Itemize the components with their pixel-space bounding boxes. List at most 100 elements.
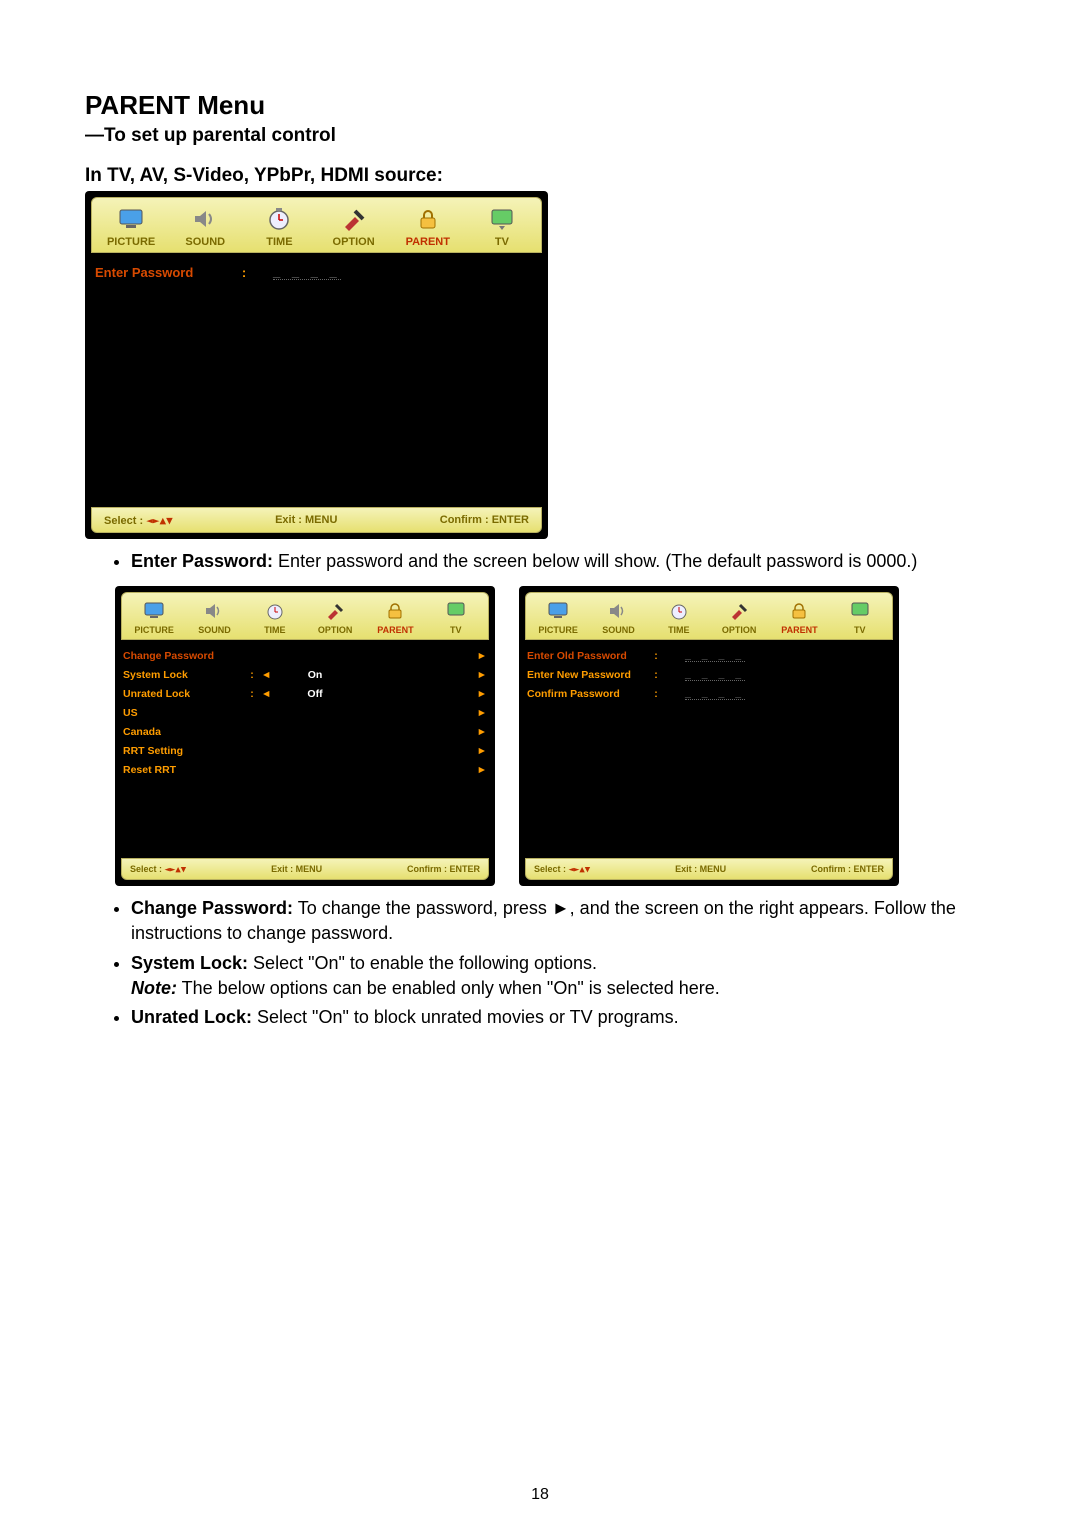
osd-parent-options: PICTURE SOUND TIME OPTION PARENT TV Chan… xyxy=(115,586,495,886)
bullet-label: Change Password: xyxy=(131,898,293,918)
row-label: Enter Password xyxy=(95,265,235,280)
row-label: Change Password xyxy=(123,650,243,662)
monitor-icon xyxy=(94,202,168,236)
bullet-text: Enter password and the screen below will… xyxy=(273,551,917,571)
row-rrt-setting[interactable]: RRT Setting ► xyxy=(123,741,487,760)
tv-icon xyxy=(426,597,486,625)
arrows-icon: ◄►▲▼ xyxy=(569,865,591,875)
hint-confirm: Confirm : ENTER xyxy=(440,514,529,526)
password-mask: _ _ _ _ xyxy=(685,649,745,662)
osd-hint-bar: Select : ◄►▲▼ Exit : MENU Confirm : ENTE… xyxy=(91,507,542,533)
tab-tv[interactable]: TV xyxy=(830,597,890,639)
row-enter-old-password[interactable]: Enter Old Password : _ _ _ _ xyxy=(527,646,891,665)
osd-hint-bar: Select : ◄►▲▼ Exit : MENU Confirm : ENTE… xyxy=(525,858,893,880)
chevron-left-icon: ◄ xyxy=(261,669,275,681)
tab-sound[interactable]: SOUND xyxy=(588,597,648,639)
osd-hint-bar: Select : ◄►▲▼ Exit : MENU Confirm : ENTE… xyxy=(121,858,489,880)
bullet-text: Select "On" to block unrated movies or T… xyxy=(252,1007,679,1027)
tab-tv[interactable]: TV xyxy=(426,597,486,639)
row-unrated-lock[interactable]: Unrated Lock : ◄ Off ► xyxy=(123,684,487,703)
page-subtitle: —To set up parental control xyxy=(85,125,995,147)
row-enter-password[interactable]: Enter Password : _ _ _ _ xyxy=(95,261,538,283)
row-confirm-password[interactable]: Confirm Password : _ _ _ _ xyxy=(527,684,891,703)
tab-picture-label: PICTURE xyxy=(107,236,155,248)
password-mask: _ _ _ _ xyxy=(685,687,745,700)
row-label: Enter New Password xyxy=(527,669,647,681)
monitor-icon xyxy=(528,597,588,625)
note-text: The below options can be enabled only wh… xyxy=(177,978,720,998)
tab-tv-label: TV xyxy=(450,625,462,635)
row-enter-new-password[interactable]: Enter New Password : _ _ _ _ xyxy=(527,665,891,684)
tab-time[interactable]: TIME xyxy=(649,597,709,639)
tools-icon xyxy=(305,597,365,625)
tab-parent-label: PARENT xyxy=(781,625,817,635)
osd-tab-bar: PICTURE SOUND TIME OPTION PARENT xyxy=(91,197,542,253)
chevron-right-icon: ► xyxy=(477,650,487,662)
bullet-text: Select "On" to enable the following opti… xyxy=(248,953,597,973)
tab-picture[interactable]: PICTURE xyxy=(528,597,588,639)
speaker-icon xyxy=(588,597,648,625)
bullet-enter-password: Enter Password: Enter password and the s… xyxy=(131,549,995,574)
tab-option-label: OPTION xyxy=(722,625,757,635)
hint-select: Select : ◄►▲▼ xyxy=(130,864,186,875)
row-system-lock[interactable]: System Lock : ◄ On ► xyxy=(123,665,487,684)
tools-icon xyxy=(317,202,391,236)
row-label: RRT Setting xyxy=(123,745,243,757)
tab-sound[interactable]: SOUND xyxy=(168,202,242,252)
tab-time[interactable]: TIME xyxy=(242,202,316,252)
row-label: Enter Old Password xyxy=(527,650,647,662)
tab-option[interactable]: OPTION xyxy=(305,597,365,639)
tab-parent-label: PARENT xyxy=(377,625,413,635)
note-label: Note: xyxy=(131,978,177,998)
lock-icon xyxy=(391,202,465,236)
chevron-right-icon: ► xyxy=(477,745,487,757)
tab-option[interactable]: OPTION xyxy=(317,202,391,252)
chevron-right-icon: ► xyxy=(477,764,487,776)
speaker-icon xyxy=(168,202,242,236)
hint-confirm: Confirm : ENTER xyxy=(811,864,884,874)
row-label: System Lock xyxy=(123,669,243,681)
lock-icon xyxy=(769,597,829,625)
tab-tv[interactable]: TV xyxy=(465,202,539,252)
row-label: US xyxy=(123,707,243,719)
tab-picture[interactable]: PICTURE xyxy=(94,202,168,252)
tab-option[interactable]: OPTION xyxy=(709,597,769,639)
bullet-label: System Lock: xyxy=(131,953,248,973)
tab-tv-label: TV xyxy=(854,625,866,635)
tab-parent-label: PARENT xyxy=(406,236,450,248)
doc-bullet-list-2: Change Password: To change the password,… xyxy=(85,896,995,1030)
hint-select: Select : ◄►▲▼ xyxy=(104,514,173,527)
chevron-left-icon: ◄ xyxy=(261,688,275,700)
bullet-label: Unrated Lock: xyxy=(131,1007,252,1027)
row-label: Confirm Password xyxy=(527,688,647,700)
row-canada[interactable]: Canada ► xyxy=(123,722,487,741)
hint-select: Select : ◄►▲▼ xyxy=(534,864,590,875)
clock-icon xyxy=(242,202,316,236)
doc-bullet-list-1: Enter Password: Enter password and the s… xyxy=(85,549,995,574)
chevron-right-icon: ► xyxy=(477,669,487,681)
monitor-icon xyxy=(124,597,184,625)
tab-sound-label: SOUND xyxy=(602,625,635,635)
tab-parent[interactable]: PARENT xyxy=(769,597,829,639)
colon: : xyxy=(235,265,253,280)
tab-sound-label: SOUND xyxy=(198,625,231,635)
chevron-right-icon: ► xyxy=(477,688,487,700)
tab-sound[interactable]: SOUND xyxy=(184,597,244,639)
chevron-right-icon: ► xyxy=(477,707,487,719)
clock-icon xyxy=(649,597,709,625)
row-reset-rrt[interactable]: Reset RRT ► xyxy=(123,760,487,779)
tab-picture[interactable]: PICTURE xyxy=(124,597,184,639)
tab-time[interactable]: TIME xyxy=(245,597,305,639)
row-change-password[interactable]: Change Password ► xyxy=(123,646,487,665)
osd-menu-body: Enter Old Password : _ _ _ _ Enter New P… xyxy=(519,640,899,705)
osd-menu-body: Enter Password : _ _ _ _ xyxy=(85,253,548,287)
tab-option-label: OPTION xyxy=(318,625,353,635)
bullet-label: Enter Password: xyxy=(131,551,273,571)
hint-exit: Exit : MENU xyxy=(675,864,726,874)
password-mask: _ _ _ _ xyxy=(685,668,745,681)
osd-tab-bar: PICTURE SOUND TIME OPTION PARENT TV xyxy=(121,592,489,640)
tab-parent[interactable]: PARENT xyxy=(365,597,425,639)
hint-exit: Exit : MENU xyxy=(271,864,322,874)
row-us[interactable]: US ► xyxy=(123,703,487,722)
tab-parent[interactable]: PARENT xyxy=(391,202,465,252)
